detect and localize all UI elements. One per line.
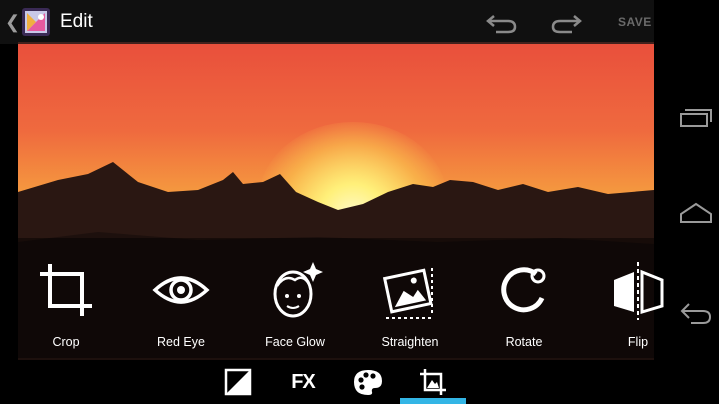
tool-label: Straighten: [381, 335, 439, 349]
tool-label: Face Glow: [265, 335, 325, 349]
exposure-icon: [224, 368, 252, 396]
page-title: Edit: [60, 11, 93, 32]
tool-straighten[interactable]: Straighten: [360, 260, 460, 350]
redo-icon: [551, 15, 582, 34]
eye-icon: [152, 276, 210, 304]
fx-label: FX: [291, 370, 316, 393]
recent-apps-icon: [680, 109, 712, 127]
app-logo-icon[interactable]: [22, 8, 50, 36]
category-fx[interactable]: FX: [283, 366, 323, 398]
redo-button[interactable]: [548, 8, 584, 41]
back-chevron-icon[interactable]: ❮: [5, 12, 20, 33]
face-glow-icon: [273, 262, 323, 318]
undo-icon: [486, 15, 517, 34]
tool-crop[interactable]: Crop: [16, 260, 116, 350]
back-button[interactable]: [679, 298, 713, 328]
back-arrow-icon: [680, 303, 712, 324]
save-button[interactable]: SAVE: [618, 15, 652, 29]
category-adjust[interactable]: [218, 366, 258, 398]
straighten-icon: [382, 268, 434, 319]
tool-label: Red Eye: [157, 335, 205, 349]
home-button[interactable]: [679, 198, 713, 228]
action-bar: ❮ Edit SAVE: [0, 0, 654, 44]
selected-category-indicator: [400, 398, 466, 404]
home-icon: [680, 202, 712, 223]
category-bar: FX: [0, 360, 672, 404]
tool-face-glow[interactable]: Face Glow: [245, 260, 345, 350]
recent-apps-button[interactable]: [679, 102, 713, 132]
tool-rotate[interactable]: Rotate: [474, 260, 574, 350]
crop-icon: [40, 264, 92, 316]
palette-icon: [354, 370, 382, 395]
rotate-icon: [501, 267, 546, 313]
category-geometry[interactable]: [413, 366, 453, 398]
category-color[interactable]: [348, 366, 388, 398]
tools-strip: Crop Red Eye Face Glow Straighten Rotate…: [16, 238, 664, 358]
tool-red-eye[interactable]: Red Eye: [131, 260, 231, 350]
tool-label: Crop: [52, 335, 80, 349]
system-navigation-bar: [672, 0, 719, 404]
flip-icon: [614, 262, 664, 320]
tool-label: Rotate: [505, 335, 543, 349]
undo-button[interactable]: [484, 8, 520, 41]
crop-image-icon: [420, 369, 446, 395]
